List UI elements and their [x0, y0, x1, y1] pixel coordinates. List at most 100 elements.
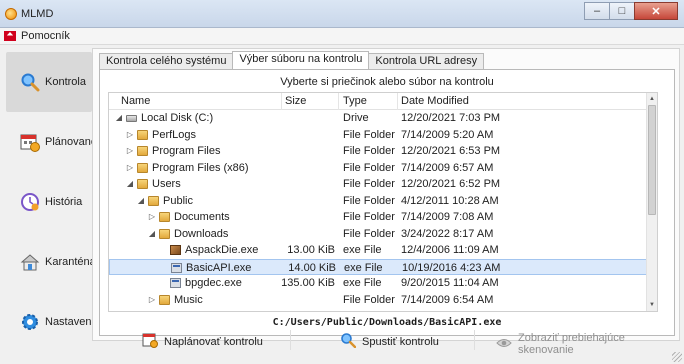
resize-grip[interactable] — [672, 352, 682, 362]
row-name: BasicAPI.exe — [186, 261, 252, 274]
folder-icon — [137, 179, 148, 189]
folder-icon — [159, 228, 170, 239]
sidebar-item-label: História — [45, 196, 83, 208]
file-tree[interactable]: Name Size Type Date Modified ◢ Local Disk… — [108, 92, 658, 312]
column-header-type[interactable]: Type — [343, 95, 367, 107]
sidebar-item-label: Karanténa — [45, 256, 96, 268]
row-modified: 7/14/2009 7:08 AM — [401, 211, 494, 223]
scroll-up-icon[interactable]: ▲ — [647, 94, 657, 104]
row-name: PerfLogs — [152, 128, 197, 141]
tab-url-scan[interactable]: Kontrola URL adresy — [368, 53, 485, 69]
expand-arrow-icon[interactable]: ◢ — [115, 110, 123, 126]
row-name: Downloads — [174, 227, 229, 240]
table-row[interactable]: ◢ Local Disk (C:) Drive 12/20/2021 7:03 PM — [109, 110, 653, 127]
magnifier-icon — [20, 72, 40, 92]
table-row[interactable]: ▷ PerfLogs File Folder 7/14/2009 5:20 AM — [109, 127, 653, 144]
row-size: 13.00 KiB — [287, 244, 335, 256]
table-row-selected[interactable]: BasicAPI.exe 14.00 KiB exe File 10/19/2016 … — [109, 258, 653, 275]
row-type: File Folder — [343, 211, 395, 223]
vertical-scrollbar[interactable]: ▲ ▼ — [646, 93, 657, 311]
table-row[interactable]: ▷ Program Files (x86) File Folder 7/14/2009… — [109, 160, 653, 177]
main-panel: Kontrola celého systému Výber súboru na … — [92, 48, 680, 356]
column-divider[interactable] — [281, 93, 282, 110]
table-row[interactable]: AspackDie.exe 13.00 KiB exe File 12/4/2006 … — [109, 242, 653, 259]
folder-icon — [137, 129, 148, 140]
action-bar: Naplánovať kontrolu Spustiť kontrolu Zob… — [100, 328, 674, 356]
table-row[interactable]: ▷ Documents File Folder 7/14/2009 7:08 AM — [109, 209, 653, 226]
calendar-icon — [20, 132, 40, 152]
table-row[interactable]: ◢ Public File Folder 4/12/2011 10:28 AM — [109, 193, 653, 210]
scroll-down-icon[interactable]: ▼ — [647, 300, 657, 310]
title-bar: MLMD – □ ✕ — [0, 0, 684, 28]
calendar-icon — [142, 332, 158, 351]
row-modified: 10/19/2016 4:23 AM — [402, 261, 501, 274]
column-divider[interactable] — [397, 93, 398, 110]
start-scan-button[interactable]: Spustiť kontrolu — [340, 332, 439, 351]
row-type: Drive — [343, 112, 369, 124]
show-running-scans-button[interactable]: Zobraziť prebiehajúce skenovanie — [496, 332, 674, 356]
exe-icon — [170, 278, 181, 288]
exe-icon — [171, 262, 182, 273]
tab-strip: Kontrola celého systému Výber súboru na … — [99, 51, 485, 69]
row-size: 14.00 KiB — [288, 261, 336, 274]
sidebar-item-label: Plánované — [45, 136, 97, 148]
row-type: File Folder — [343, 293, 395, 306]
action-divider — [290, 330, 291, 350]
menu-bar: Pomocník — [0, 28, 684, 45]
collapse-arrow-icon[interactable]: ▷ — [126, 143, 134, 159]
row-name: AspackDie.exe — [185, 244, 259, 256]
eye-icon — [496, 337, 512, 352]
row-name: Program Files (x86) — [152, 161, 249, 174]
row-name: Local Disk (C:) — [141, 112, 214, 124]
maximize-button[interactable]: □ — [609, 2, 635, 20]
column-divider[interactable] — [338, 93, 339, 110]
row-modified: 7/14/2009 6:54 AM — [401, 293, 494, 306]
sidebar-item-planovane[interactable]: Plánované — [6, 112, 97, 172]
language-flag-icon — [4, 31, 16, 41]
show-running-scans-label: Zobraziť prebiehajúce skenovanie — [518, 332, 625, 356]
row-name: Public — [163, 194, 193, 207]
selected-path: C:/Users/Public/Downloads/BasicAPI.exe — [272, 317, 502, 328]
start-scan-label: Spustiť kontrolu — [362, 335, 439, 348]
sidebar-item-label: Kontrola — [45, 76, 86, 88]
row-name: Music — [174, 293, 203, 306]
expand-arrow-icon[interactable]: ◢ — [148, 226, 156, 242]
collapse-arrow-icon[interactable]: ▷ — [148, 209, 156, 225]
table-row[interactable]: ▷ Music File Folder 7/14/2009 6:54 AM — [109, 292, 653, 309]
collapse-arrow-icon[interactable]: ▷ — [126, 160, 134, 176]
row-type: exe File — [344, 261, 383, 274]
column-header-size[interactable]: Size — [285, 95, 306, 107]
schedule-scan-button[interactable]: Naplánovať kontrolu — [142, 332, 263, 351]
row-type: File Folder — [343, 227, 395, 240]
menu-help[interactable]: Pomocník — [4, 30, 70, 42]
row-name: Users — [152, 178, 181, 190]
sidebar-item-nastavenia[interactable]: Nastavenia — [6, 292, 100, 352]
scrollbar-thumb[interactable] — [648, 105, 656, 215]
sidebar-item-kontrola[interactable]: Kontrola — [6, 52, 92, 112]
sidebar-item-historia[interactable]: História — [6, 172, 92, 232]
row-modified: 12/20/2021 6:52 PM — [401, 178, 501, 190]
window-title: MLMD — [21, 8, 54, 20]
table-row[interactable]: ◢ Downloads File Folder 3/24/2022 8:17 AM — [109, 226, 653, 243]
row-type: exe File — [343, 277, 382, 289]
close-button[interactable]: ✕ — [634, 2, 678, 20]
expand-arrow-icon[interactable]: ◢ — [126, 176, 134, 192]
magnifier-icon — [340, 332, 357, 351]
table-row[interactable]: ◢ Users File Folder 12/20/2021 6:52 PM — [109, 176, 653, 193]
maximize-icon: □ — [618, 5, 626, 17]
column-header-name[interactable]: Name — [121, 95, 150, 107]
sidebar-item-karantena[interactable]: Karanténa — [6, 232, 96, 292]
collapse-arrow-icon[interactable]: ▷ — [126, 127, 134, 143]
column-header-modified[interactable]: Date Modified — [401, 95, 469, 107]
minimize-button[interactable]: – — [584, 2, 610, 20]
row-modified: 4/12/2011 10:28 AM — [401, 194, 499, 207]
row-modified: 9/20/2015 11:04 AM — [401, 277, 499, 289]
collapse-arrow-icon[interactable]: ▷ — [148, 292, 156, 308]
table-row[interactable]: ▷ Program Files File Folder 12/20/2021 6:53… — [109, 143, 653, 160]
tab-full-system-scan[interactable]: Kontrola celého systému — [99, 53, 234, 69]
table-row[interactable]: bpgdec.exe 135.00 KiB exe File 9/20/2015 11… — [109, 275, 653, 292]
minimize-icon: – — [593, 5, 601, 17]
tab-file-scan[interactable]: Výber súboru na kontrolu — [232, 51, 370, 69]
row-modified: 12/20/2021 6:53 PM — [401, 145, 501, 157]
expand-arrow-icon[interactable]: ◢ — [137, 193, 145, 209]
